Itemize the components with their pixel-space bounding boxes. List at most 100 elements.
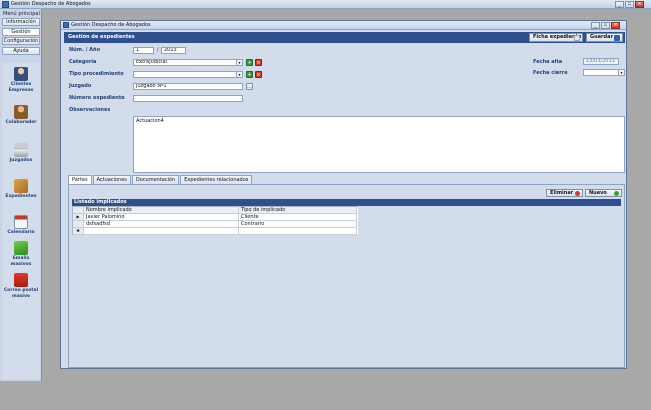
window-title: Gestión Despacho de Abogados — [71, 22, 151, 28]
categoria-delete-icon[interactable]: × — [255, 59, 262, 66]
nav-item-label: Colaborador — [5, 120, 37, 125]
juzgado-input[interactable]: Juzgado Nº1 — [133, 83, 243, 90]
cell-tipo[interactable]: Cliente — [239, 214, 357, 221]
categoria-add-icon[interactable]: + — [246, 59, 253, 66]
row-pointer-icon[interactable]: ▶ — [73, 214, 84, 221]
cell-nombre-new[interactable] — [84, 228, 239, 235]
nav-item-clientes[interactable]: Clientes Empresas — [2, 67, 40, 94]
form-title: Gestión de expedientes — [68, 34, 135, 40]
grid-header-row: Nombre implicado Tipo de implicado — [73, 207, 358, 214]
nav-item-label: Clientes Empresas — [8, 82, 34, 93]
eliminar-label: Eliminar — [550, 190, 574, 196]
nav-item-calendario[interactable]: Calendario — [2, 215, 40, 236]
num-separator: / — [157, 47, 159, 53]
anio-input[interactable]: 2013 — [161, 47, 186, 54]
tipo-procedimiento-select[interactable]: ▾ — [133, 71, 243, 78]
fecha-alta-input: 13/03/2013 — [583, 58, 619, 65]
menu-tab-gestion[interactable]: Gestión — [2, 28, 40, 36]
collaborator-icon — [14, 105, 28, 119]
app-icon — [2, 1, 9, 8]
new-row-icon[interactable]: ✱ — [73, 228, 84, 235]
guardar-button[interactable]: Guardar — [586, 33, 623, 42]
minimize-button[interactable]: _ — [615, 1, 624, 8]
chevron-down-icon: ▾ — [618, 70, 624, 75]
chevron-down-icon: ▾ — [236, 60, 242, 65]
save-icon — [614, 35, 620, 41]
nav-item-correo[interactable]: Correo postal masivo — [2, 273, 40, 300]
window-title-bar: Gestión Despacho de Abogados _ ▫ × — [61, 21, 626, 30]
nav-item-expedientes[interactable]: Expedientes — [2, 179, 40, 200]
app-title: Gestión Despacho de Abogados — [11, 1, 91, 7]
table-row[interactable]: ▶ Javier Palomino Cliente — [73, 214, 358, 221]
categoria-label: Categoría — [69, 59, 97, 65]
categoria-select[interactable]: Extrajudicial ▾ — [133, 59, 243, 66]
numero-expediente-input[interactable] — [133, 95, 243, 102]
mailbox-icon — [14, 273, 28, 287]
inner-close-button[interactable]: × — [611, 22, 620, 29]
nav-list: Clientes Empresas Colaborador Juzgados E… — [2, 63, 40, 379]
nav-item-emails[interactable]: Emails masivos — [2, 241, 40, 268]
fecha-alta-label: Fecha alta — [533, 59, 563, 65]
ficha-icon — [574, 35, 580, 41]
num-input[interactable]: 1 — [133, 47, 154, 54]
observaciones-label: Observaciones — [69, 107, 111, 113]
app-title-bar: Gestión Despacho de Abogados _ ▫ × — [0, 0, 651, 9]
menu-tab-ayuda[interactable]: Ayuda — [2, 47, 40, 55]
nav-item-label: Expedientes — [5, 194, 37, 199]
tab-documentacion[interactable]: Documentación — [131, 175, 180, 184]
guardar-label: Guardar — [590, 34, 613, 40]
close-button[interactable]: × — [635, 1, 644, 8]
tab-actuaciones[interactable]: Actuaciones — [92, 175, 131, 184]
restore-button[interactable]: ▫ — [625, 1, 634, 8]
row-selector-header — [73, 207, 84, 214]
nav-item-label: Juzgados — [9, 158, 33, 163]
nav-item-label: Correo postal masivo — [3, 288, 39, 299]
menu-tab-configuracion[interactable]: Configuración — [2, 37, 40, 45]
fecha-cierre-label: Fecha cierre — [533, 70, 568, 76]
cell-nombre[interactable]: dsfsadfsd — [84, 221, 239, 228]
chevron-down-icon: ▾ — [236, 72, 242, 77]
main-menu-panel: Menú principal Información Gestión Confi… — [0, 9, 42, 381]
cell-nombre[interactable]: Javier Palomino — [84, 214, 239, 221]
cell-tipo-new[interactable] — [239, 228, 357, 235]
mdi-workspace: Gestión Despacho de Abogados _ ▫ × Gesti… — [42, 9, 651, 381]
ficha-expediente-button[interactable]: Ficha expediente — [529, 33, 583, 42]
menu-label: Menú principal — [3, 11, 40, 17]
grid-title: Listado implicados — [72, 199, 621, 206]
inner-restore-button[interactable]: ▫ — [601, 22, 610, 29]
categoria-value: Extrajudicial — [136, 59, 167, 65]
row-selector[interactable] — [73, 221, 84, 228]
fecha-cierre-picker[interactable]: ▾ — [583, 69, 625, 76]
nav-item-label: Emails masivos — [10, 256, 32, 267]
tipo-procedimiento-label: Tipo procedimiento — [69, 71, 124, 77]
tab-expedientes-relacionados[interactable]: Expedientes relacionados — [180, 175, 253, 184]
nav-item-juzgados[interactable]: Juzgados — [2, 143, 40, 164]
form-header: Gestión de expedientes Ficha expediente … — [64, 32, 625, 43]
tipo-add-icon[interactable]: + — [246, 71, 253, 78]
menu-tab-informacion[interactable]: Información — [2, 18, 40, 26]
num-anio-label: Núm. / Año — [69, 47, 101, 53]
window-icon — [63, 22, 69, 28]
tab-partes[interactable]: Partes — [68, 175, 92, 184]
observaciones-textarea[interactable]: Actuacion4 — [133, 116, 625, 173]
new-row[interactable]: ✱ — [73, 228, 358, 235]
nuevo-button[interactable]: Nuevo — [585, 189, 622, 197]
add-icon — [614, 191, 619, 196]
table-row[interactable]: dsfsadfsd Contrario — [73, 221, 358, 228]
eliminar-button[interactable]: Eliminar — [546, 189, 583, 197]
tipo-delete-icon[interactable]: × — [255, 71, 262, 78]
people-icon — [14, 67, 28, 81]
nav-item-colaborador[interactable]: Colaborador — [2, 105, 40, 126]
cell-tipo[interactable]: Contrario — [239, 221, 357, 228]
nuevo-label: Nuevo — [589, 190, 607, 196]
juzgado-lookup-icon[interactable]: … — [246, 83, 253, 90]
inner-minimize-button[interactable]: _ — [591, 22, 600, 29]
nav-item-label: Calendario — [7, 230, 35, 235]
column-header-tipo[interactable]: Tipo de implicado — [239, 207, 357, 214]
numero-expediente-label: Número expediente — [69, 95, 125, 101]
calendar-icon — [14, 215, 28, 229]
juzgado-label: Juzgado — [69, 83, 92, 89]
implicados-grid: Nombre implicado Tipo de implicado ▶ Jav… — [72, 206, 358, 235]
column-header-nombre[interactable]: Nombre implicado — [84, 207, 239, 214]
window-controls: _ ▫ × — [615, 1, 644, 8]
